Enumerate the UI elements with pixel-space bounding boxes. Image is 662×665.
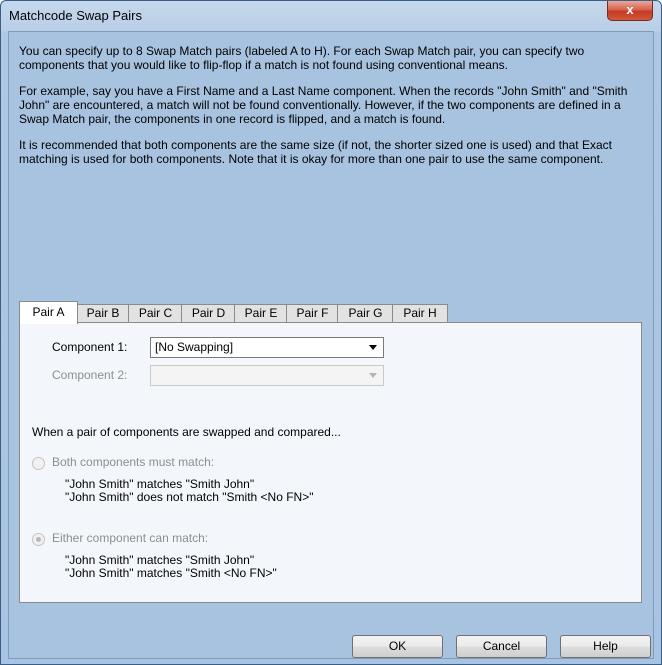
tab-pair-f[interactable]: Pair F bbox=[286, 304, 339, 323]
description-paragraph-1: You can specify up to 8 Swap Match pairs… bbox=[19, 44, 585, 72]
either-match-example-2: "John Smith" matches "Smith <No FN>" bbox=[65, 566, 277, 580]
either-match-radio[interactable] bbox=[32, 533, 45, 546]
compare-heading: When a pair of components are swapped an… bbox=[32, 425, 341, 439]
title-bar: Matchcode Swap Pairs x bbox=[1, 1, 661, 31]
help-button[interactable]: Help bbox=[560, 635, 651, 658]
tab-pair-e[interactable]: Pair E bbox=[234, 304, 288, 323]
tab-pair-h[interactable]: Pair H bbox=[392, 304, 448, 323]
description-paragraph-3: It is recommended that both components a… bbox=[19, 138, 612, 166]
tab-pair-a[interactable]: Pair A bbox=[19, 301, 78, 324]
pair-a-panel: Component 1: [No Swapping] Component 2: … bbox=[19, 322, 642, 603]
chevron-down-icon bbox=[369, 345, 377, 350]
component-1-select[interactable]: [No Swapping] bbox=[150, 337, 384, 358]
component-2-select[interactable] bbox=[150, 365, 384, 386]
ok-button[interactable]: OK bbox=[352, 635, 443, 658]
close-button[interactable]: x bbox=[607, 1, 653, 21]
both-match-example-1: "John Smith" matches "Smith John" bbox=[65, 477, 255, 491]
component-1-label: Component 1: bbox=[52, 340, 128, 354]
either-match-example-1: "John Smith" matches "Smith John" bbox=[65, 553, 255, 567]
both-match-label: Both components must match: bbox=[52, 455, 215, 469]
cancel-button[interactable]: Cancel bbox=[456, 635, 547, 658]
dialog-window: Matchcode Swap Pairs x You can specify u… bbox=[0, 0, 662, 665]
tab-pair-g[interactable]: Pair G bbox=[337, 304, 394, 323]
description-text: You can specify up to 8 Swap Match pairs… bbox=[19, 44, 644, 178]
tab-pair-b[interactable]: Pair B bbox=[76, 304, 130, 323]
component-2-label: Component 2: bbox=[52, 368, 128, 382]
both-match-radio[interactable] bbox=[32, 457, 45, 470]
component-1-value: [No Swapping] bbox=[155, 340, 234, 354]
chevron-down-icon bbox=[369, 373, 377, 378]
tab-pair-d[interactable]: Pair D bbox=[181, 304, 236, 323]
description-paragraph-2: For example, say you have a First Name a… bbox=[19, 84, 628, 126]
dialog-body: You can specify up to 8 Swap Match pairs… bbox=[8, 31, 654, 659]
tab-pair-c[interactable]: Pair C bbox=[128, 304, 183, 323]
both-match-example-2: "John Smith" does not match "Smith <No F… bbox=[65, 490, 314, 504]
dialog-title: Matchcode Swap Pairs bbox=[9, 8, 142, 23]
either-match-label: Either component can match: bbox=[52, 531, 209, 545]
close-icon: x bbox=[626, 2, 634, 17]
